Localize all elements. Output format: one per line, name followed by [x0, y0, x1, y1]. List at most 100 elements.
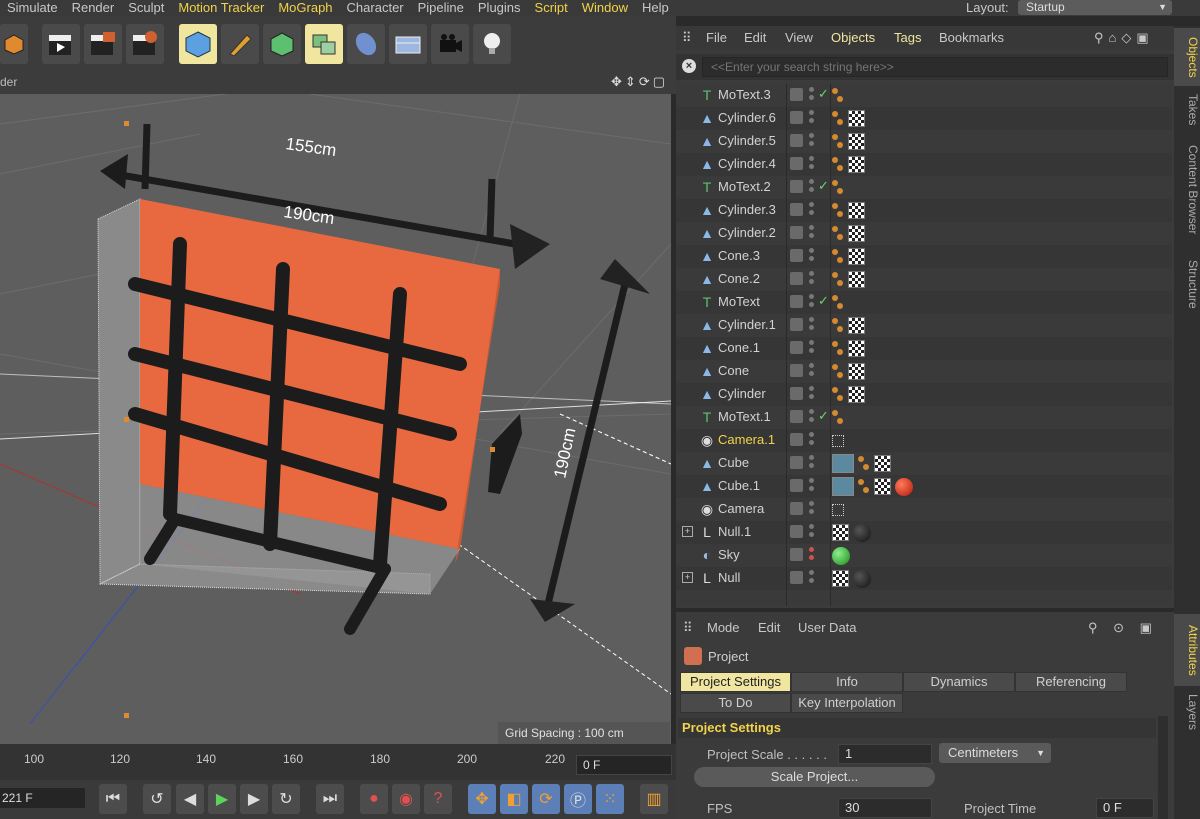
- object-row[interactable]: ▲ Cylinder.5: [676, 130, 1172, 153]
- layer-icon[interactable]: [790, 295, 803, 308]
- material-tag-icon[interactable]: [874, 455, 891, 472]
- cube-tool-icon[interactable]: [0, 24, 28, 64]
- object-row[interactable]: T MoText ✓: [676, 291, 1172, 314]
- visibility-dots[interactable]: [809, 248, 814, 265]
- layer-icon[interactable]: [790, 410, 803, 423]
- close-icon[interactable]: ×: [682, 59, 696, 73]
- object-row[interactable]: + L Null: [676, 567, 1172, 590]
- model-mode-button[interactable]: [179, 24, 217, 64]
- side-tab-content-browser[interactable]: Content Browser: [1174, 134, 1200, 246]
- light-object-button[interactable]: [473, 24, 511, 64]
- visibility-dots[interactable]: [809, 225, 814, 242]
- object-name[interactable]: Cylinder.2: [718, 225, 776, 240]
- object-name[interactable]: Cone: [718, 363, 749, 378]
- objects-menu-objects[interactable]: Objects: [831, 30, 875, 45]
- menu-item-render[interactable]: Render: [65, 0, 122, 16]
- texture-tag-icon[interactable]: [832, 477, 854, 496]
- object-row[interactable]: ▲ Cylinder.1: [676, 314, 1172, 337]
- phong-tag-icon[interactable]: [832, 386, 844, 403]
- layer-icon[interactable]: [790, 180, 803, 193]
- phong-tag-icon[interactable]: [832, 294, 844, 311]
- material-ball-icon[interactable]: [853, 523, 871, 542]
- layer-icon[interactable]: [790, 364, 803, 377]
- object-name[interactable]: Camera.1: [718, 432, 775, 447]
- layer-icon[interactable]: [790, 341, 803, 354]
- fps-input[interactable]: 30: [838, 798, 932, 818]
- object-row[interactable]: ▲ Cylinder.3: [676, 199, 1172, 222]
- expand-icon[interactable]: +: [682, 572, 693, 583]
- scale-project-button[interactable]: Scale Project...: [694, 767, 935, 787]
- polygons-mode-button[interactable]: [305, 24, 343, 64]
- material-tag-icon[interactable]: [848, 133, 865, 150]
- phong-tag-icon[interactable]: [832, 248, 844, 265]
- visibility-dots[interactable]: [809, 409, 814, 426]
- object-row[interactable]: + L Null.1: [676, 521, 1172, 544]
- menu-item-pipeline[interactable]: Pipeline: [411, 0, 471, 16]
- material-tag-icon[interactable]: [848, 386, 865, 403]
- object-name[interactable]: Cone.3: [718, 248, 760, 263]
- phong-tag-icon[interactable]: [858, 455, 870, 472]
- object-name[interactable]: Cube.1: [718, 478, 760, 493]
- object-name[interactable]: Null.1: [718, 524, 751, 539]
- visibility-dots[interactable]: [809, 547, 814, 564]
- side-tab-objects[interactable]: Objects: [1174, 28, 1200, 86]
- attr-menu-mode[interactable]: Mode: [707, 620, 740, 635]
- layer-icon[interactable]: [790, 318, 803, 331]
- next-key-icon[interactable]: ↻: [272, 784, 300, 814]
- visibility-dots[interactable]: [809, 524, 814, 541]
- layer-icon[interactable]: [790, 525, 803, 538]
- project-time-input[interactable]: 0 F: [1096, 798, 1154, 818]
- material-ball-icon[interactable]: [853, 569, 871, 588]
- menu-item-script[interactable]: Script: [528, 0, 575, 16]
- material-tag-icon[interactable]: [874, 478, 891, 495]
- objects-menu-tags[interactable]: Tags: [894, 30, 921, 45]
- side-tab-structure[interactable]: Structure: [1174, 248, 1200, 320]
- object-name[interactable]: Cube: [718, 455, 749, 470]
- menu-item-character[interactable]: Character: [340, 0, 411, 16]
- object-name[interactable]: Cone.1: [718, 340, 760, 355]
- side-tab-attributes[interactable]: Attributes: [1174, 614, 1200, 686]
- objects-search-input[interactable]: [702, 57, 1168, 77]
- rotate-key-icon[interactable]: ⟳: [532, 784, 560, 814]
- phong-tag-icon[interactable]: [832, 179, 844, 196]
- menu-item-mograph[interactable]: MoGraph: [271, 0, 339, 16]
- visibility-dots[interactable]: [809, 87, 814, 104]
- record-icon[interactable]: ●: [360, 784, 388, 814]
- object-name[interactable]: Cylinder.3: [718, 202, 776, 217]
- side-tab-takes[interactable]: Takes: [1174, 88, 1200, 132]
- object-row[interactable]: ▲ Cylinder.4: [676, 153, 1172, 176]
- tab-key-interpolation[interactable]: Key Interpolation: [791, 693, 903, 713]
- render-view-button[interactable]: [42, 24, 80, 64]
- visibility-dots[interactable]: [809, 294, 814, 311]
- material-ball-icon[interactable]: [895, 477, 913, 496]
- attr-menu-edit[interactable]: Edit: [758, 620, 780, 635]
- layer-icon[interactable]: [790, 272, 803, 285]
- object-row[interactable]: T MoText.3 ✓: [676, 84, 1172, 107]
- object-name[interactable]: Cylinder.6: [718, 110, 776, 125]
- visibility-dots[interactable]: [809, 363, 814, 380]
- points-mode-button[interactable]: [263, 24, 301, 64]
- object-name[interactable]: Cylinder.4: [718, 156, 776, 171]
- camera-tag-icon[interactable]: [832, 503, 844, 516]
- object-row[interactable]: ▲ Cylinder.2: [676, 222, 1172, 245]
- phong-tag-icon[interactable]: [832, 133, 844, 150]
- phong-tag-icon[interactable]: [832, 87, 844, 104]
- object-row[interactable]: ◐ Sky: [676, 544, 1172, 567]
- camera-tag-icon[interactable]: [832, 434, 844, 447]
- viewport-nav-icons[interactable]: ✥⇕⟳▢: [611, 74, 668, 90]
- object-row[interactable]: ▲ Cone.1: [676, 337, 1172, 360]
- object-row[interactable]: ▲ Cube: [676, 452, 1172, 475]
- menu-item-motion-tracker[interactable]: Motion Tracker: [171, 0, 271, 16]
- pla-key-icon[interactable]: ⁙: [596, 784, 624, 814]
- object-row[interactable]: ◉ Camera: [676, 498, 1172, 521]
- previous-frame-icon[interactable]: ◀: [176, 784, 204, 814]
- visibility-dots[interactable]: [809, 133, 814, 150]
- object-row[interactable]: ◉ Camera.1: [676, 429, 1172, 452]
- visibility-dots[interactable]: [809, 202, 814, 219]
- next-frame-icon[interactable]: ▶: [240, 784, 268, 814]
- phong-tag-icon[interactable]: [832, 110, 844, 127]
- object-name[interactable]: Sky: [718, 547, 740, 562]
- attr-toolbar-icons[interactable]: ⚲ ⊙ ▣: [1088, 620, 1158, 636]
- tab-dynamics[interactable]: Dynamics: [903, 672, 1015, 692]
- layer-icon[interactable]: [790, 548, 803, 561]
